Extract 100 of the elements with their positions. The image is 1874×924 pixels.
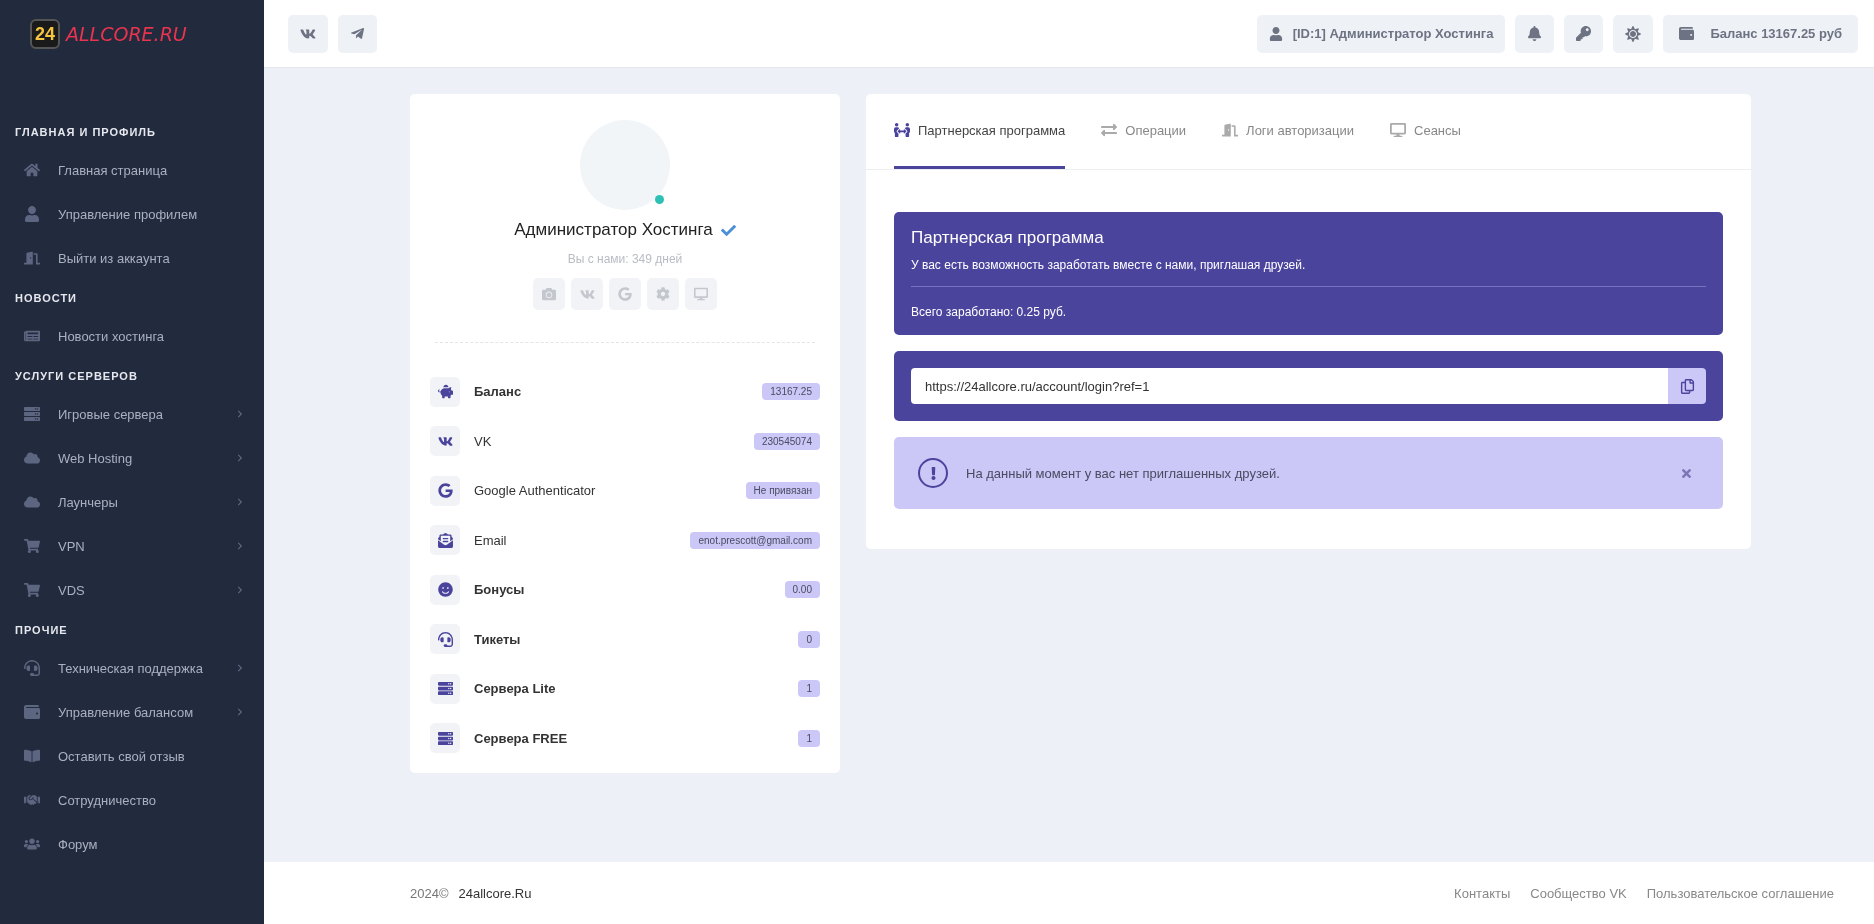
vk-button[interactable]	[288, 14, 328, 53]
key-button[interactable]	[1564, 14, 1604, 53]
book-icon	[24, 748, 40, 764]
sidebar-item[interactable]: Форум	[0, 822, 264, 866]
arrows-icon	[1101, 122, 1118, 138]
sidebar-item[interactable]: Управление профилем	[0, 192, 264, 236]
stat-value: 13167.25	[762, 383, 820, 401]
copyright: 2024©	[410, 885, 449, 901]
section-title: НОВОСТИ	[14, 292, 79, 304]
cloud-icon	[24, 450, 40, 466]
copy-icon	[1679, 378, 1695, 394]
sidebar-item[interactable]: Сотрудничество	[0, 778, 264, 822]
sidebar-item[interactable]: VDS	[0, 568, 264, 612]
cloud-icon	[24, 494, 40, 510]
section-title: УСЛУГИ СЕРВЕРОВ	[14, 370, 139, 382]
chevron-icon	[236, 498, 244, 506]
chevron-icon	[236, 664, 244, 672]
headset-icon	[24, 660, 40, 676]
stat-label: Email	[474, 532, 508, 548]
chevron-icon	[236, 454, 244, 462]
people-icon	[894, 122, 910, 138]
door-icon	[24, 250, 40, 266]
notifications-button[interactable]	[1515, 14, 1555, 53]
section-title: ПРОЧИЕ	[14, 624, 69, 636]
envelope-icon	[437, 532, 453, 548]
sidebar-item[interactable]: Выйти из аккаунта	[0, 236, 264, 280]
stat-value: 1	[798, 680, 820, 698]
users-icon	[24, 836, 40, 852]
piggy-bank-icon	[437, 384, 453, 400]
cart-icon	[24, 538, 40, 554]
server-icon	[437, 681, 453, 697]
sidebar-item[interactable]: Управление балансом	[0, 690, 264, 734]
site-name: 24allcore.Ru	[458, 885, 532, 901]
stat-value: 1	[798, 729, 820, 747]
cart-icon	[24, 582, 40, 598]
newspaper-icon	[24, 328, 40, 344]
sidebar-item[interactable]: Новости хостинга	[0, 314, 264, 358]
smile-icon	[437, 582, 453, 598]
stat-label: VK	[474, 433, 493, 449]
stat-label: Сервера FREE	[474, 730, 569, 746]
home-icon	[24, 162, 40, 178]
camera-icon	[542, 287, 556, 301]
google-icon	[437, 483, 453, 499]
server-icon	[24, 406, 40, 422]
telegram-button[interactable]	[338, 14, 377, 53]
sidebar-item[interactable]: Оставить свой отзыв	[0, 734, 264, 778]
stat-label: Сервера Lite	[474, 681, 557, 697]
handshake-icon	[24, 792, 40, 808]
user-icon	[1268, 26, 1283, 41]
sidebar-item[interactable]: Главная страница	[0, 148, 264, 192]
chevron-icon	[236, 586, 244, 594]
door-icon	[1222, 122, 1239, 138]
tab[interactable]: Операции	[1101, 94, 1187, 169]
user-button[interactable]: [ID:1] Администратор Хостинга	[1256, 14, 1506, 53]
user-icon	[24, 206, 40, 222]
stat-value: 0	[798, 630, 820, 648]
logo-text: ALLCORE.RU	[66, 23, 187, 45]
key-icon	[1576, 26, 1592, 41]
paper-plane-icon	[350, 26, 365, 41]
stat-label: Google Authenticator	[474, 483, 597, 499]
section-title: ГЛАВНАЯ И ПРОФИЛЬ	[14, 126, 157, 138]
close-icon	[1680, 466, 1693, 480]
stat-value: Не привязан	[745, 482, 820, 500]
profile-name: Администратор Хостинга	[514, 220, 713, 240]
sun-icon	[1625, 25, 1642, 42]
google-icon	[618, 287, 632, 301]
settings-icon	[656, 287, 670, 301]
monitor-icon	[694, 287, 708, 301]
referral-link-field[interactable]: https://24allcore.ru/account/login?ref=1	[911, 368, 1668, 404]
earned-text: Всего заработано: 0.25 руб.	[911, 305, 1068, 319]
chevron-icon	[236, 410, 244, 418]
panel-text: У вас есть возможность заработать вместе с нами, приглашая друзей.	[911, 258, 1307, 272]
headset-icon	[437, 631, 453, 647]
copy-button[interactable]	[1668, 368, 1706, 404]
stat-label: Бонусы	[474, 582, 526, 598]
stat-label: Баланс	[474, 384, 523, 400]
tab[interactable]: Сеансы	[1390, 94, 1461, 169]
footer-link[interactable]: Контакты	[1454, 885, 1511, 901]
sidebar-item[interactable]: Игровые сервера	[0, 392, 264, 436]
stat-value: 230545074	[753, 432, 820, 450]
logo-badge: 24	[30, 19, 60, 49]
theme-button[interactable]	[1613, 14, 1654, 53]
sidebar-item[interactable]: Web Hosting	[0, 436, 264, 480]
member-since: Вы с нами: 349 дней	[567, 252, 683, 266]
sidebar-item[interactable]: Лаунчеры	[0, 480, 264, 524]
sidebar-item[interactable]: Техническая поддержка	[0, 646, 264, 690]
tab[interactable]: Логи авторизации	[1222, 94, 1354, 169]
stat-value: enot.prescott@gmail.com	[690, 531, 820, 549]
sidebar-item[interactable]: VPN	[0, 524, 264, 568]
balance-button[interactable]: Баланс 13167.25 руб	[1663, 14, 1858, 53]
notice-text: На данный момент у вас нет приглашенных друзей.	[966, 465, 1281, 481]
bell-icon	[1527, 26, 1543, 41]
monitor-icon	[1390, 122, 1406, 138]
footer-link[interactable]: Сообщество VK	[1530, 885, 1627, 901]
wallet-icon	[1679, 26, 1695, 41]
stat-value: 0.00	[784, 581, 820, 599]
exclamation-icon	[918, 458, 948, 488]
footer-link[interactable]: Пользовательское соглашение	[1646, 885, 1834, 901]
tab[interactable]: Партнерская программа	[894, 94, 1066, 169]
server-icon	[437, 730, 453, 746]
